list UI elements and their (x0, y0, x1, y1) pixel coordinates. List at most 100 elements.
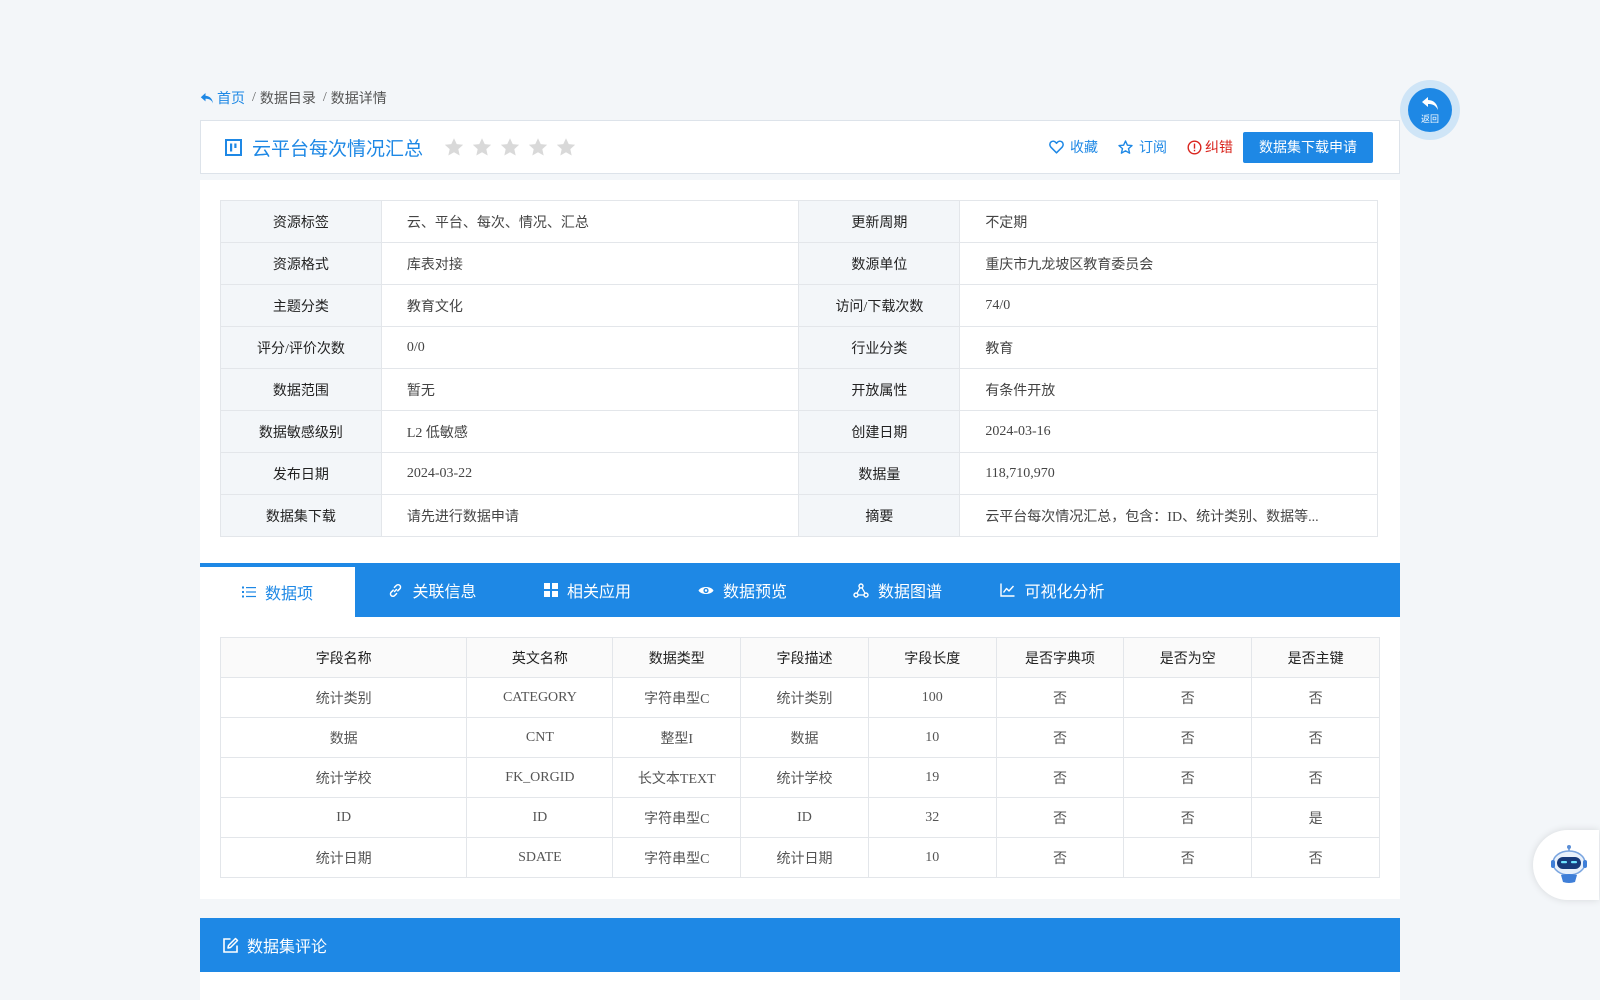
table-cell: 32 (867, 797, 997, 838)
table-cell: 字符串型C (612, 677, 742, 718)
breadcrumb-home[interactable]: 首页 (200, 88, 245, 108)
link-icon (388, 583, 412, 598)
favorite-button[interactable]: 收藏 (1049, 137, 1098, 157)
info-value: 教育文化 (380, 284, 800, 327)
info-value: 教育 (959, 326, 1378, 369)
info-row: 资源标签 云、平台、每次、情况、汇总 更新周期 不定期 (220, 200, 1378, 243)
tab-5[interactable]: 数据图谱 (820, 563, 975, 617)
info-label: 主题分类 (220, 284, 382, 327)
graph-icon (853, 582, 878, 598)
info-value: 0/0 (380, 326, 800, 369)
rating-star-icon[interactable] (471, 137, 493, 157)
table-row: 数据 CNT 整型I 数据 10 否否否 (219, 717, 1380, 758)
column-header: 数据类型 (612, 637, 742, 678)
info-label: 行业分类 (798, 326, 961, 369)
table-cell: 10 (867, 837, 997, 878)
table-cell: 10 (867, 717, 997, 758)
back-label: 返回 (1420, 113, 1439, 124)
info-value: 不定期 (959, 200, 1378, 243)
tab-3[interactable]: 相关应用 (510, 563, 665, 617)
reply-icon (1422, 96, 1438, 110)
info-row: 数据集下载 请先进行数据申请 摘要 云平台每次情况汇总，包含：ID、统计类别、数据等.… (220, 494, 1378, 537)
info-label: 访问/下载次数 (798, 284, 961, 327)
tab-2[interactable]: 关联信息 (355, 563, 510, 617)
assistant-float-button[interactable] (1533, 830, 1599, 900)
table-row: 统计日期 SDATE 字符串型C 统计日期 10 否否否 (219, 837, 1380, 878)
info-value: 重庆市九龙坡区教育委员会 (959, 242, 1378, 285)
table-row: 统计学校 FK_ORGID 长文本TEXT 统计学校 19 否否否 (219, 757, 1380, 798)
table-cell: 字符串型C (612, 797, 742, 838)
fields-panel: 字段名称 英文名称 数据类型 字段描述 字段长度 是否字典项 是否为空 是否主键 统计类别 CA… (200, 617, 1400, 899)
apply-download-button[interactable]: 数据集下载申请 (1243, 131, 1373, 163)
table-cell: 否 (1123, 677, 1253, 718)
table-cell: FK_ORGID (466, 757, 614, 798)
dataset-header: 云平台每次情况汇总 收藏 订阅 纠错 数据集下载申请 (200, 120, 1400, 174)
heart-icon (1049, 140, 1064, 154)
table-cell: 否 (1123, 797, 1253, 838)
table-cell: 19 (867, 757, 997, 798)
rating-star-icon[interactable] (443, 137, 465, 157)
info-label: 数据敏感级别 (220, 410, 382, 453)
comments-body (200, 972, 1400, 1000)
table-cell: 否 (1251, 837, 1380, 878)
chart-line-icon (1000, 583, 1024, 597)
report-error-button[interactable]: 纠错 (1187, 137, 1233, 157)
info-value: 2024-03-16 (959, 410, 1378, 453)
list-icon (241, 586, 265, 598)
table-cell: 否 (995, 717, 1125, 758)
rating-star-icon[interactable] (499, 137, 521, 157)
tab-4[interactable]: 数据预览 (665, 563, 820, 617)
table-row: 统计类别 CATEGORY 字符串型C 统计类别 100 否否否 (219, 677, 1380, 718)
report-error-label: 纠错 (1205, 141, 1233, 156)
info-value: 74/0 (959, 284, 1378, 327)
column-header: 字段名称 (219, 637, 468, 678)
table-cell: ID (219, 797, 468, 838)
star-outline-icon (1118, 139, 1133, 154)
rating-star-icon[interactable] (527, 137, 549, 157)
table-cell: 统计类别 (219, 677, 468, 718)
back-inner: 返回 (1408, 88, 1452, 132)
table-cell: SDATE (466, 837, 614, 878)
back-float-button[interactable]: 返回 (1400, 80, 1460, 140)
column-header: 是否主键 (1251, 637, 1380, 678)
info-value: 118,710,970 (959, 452, 1378, 495)
eye-icon (698, 585, 723, 596)
info-label: 数据量 (798, 452, 961, 495)
table-cell: 统计学校 (740, 757, 869, 798)
table-cell: 否 (995, 797, 1125, 838)
tab-1[interactable]: 数据项 (200, 563, 355, 617)
info-label: 更新周期 (798, 200, 961, 243)
info-value: 2024-03-22 (380, 452, 800, 495)
info-row: 数据范围 暂无 开放属性 有条件开放 (220, 368, 1378, 411)
info-value: 有条件开放 (959, 368, 1378, 411)
table-cell: 整型I (612, 717, 742, 758)
table-cell: 否 (1123, 837, 1253, 878)
table-cell: 统计日期 (219, 837, 468, 878)
table-cell: ID (740, 797, 869, 838)
comments-header: 数据集评论 (200, 918, 1400, 972)
info-label: 摘要 (798, 494, 961, 537)
table-cell: 否 (1251, 717, 1380, 758)
info-label: 创建日期 (798, 410, 961, 453)
rating-star-icon[interactable] (555, 137, 577, 157)
reply-icon (200, 92, 213, 103)
tab-label: 关联信息 (412, 584, 477, 601)
subscribe-label: 订阅 (1139, 141, 1167, 156)
info-label: 数据集下载 (220, 494, 382, 537)
subscribe-button[interactable]: 订阅 (1118, 137, 1167, 157)
info-value: 库表对接 (380, 242, 800, 285)
info-panel: 资源标签 云、平台、每次、情况、汇总 更新周期 不定期 资源格式 库表对接 数源单位 重庆市九… (200, 180, 1400, 563)
dataset-icon (225, 138, 242, 156)
fields-header-row: 字段名称 英文名称 数据类型 字段描述 字段长度 是否字典项 是否为空 是否主键 (219, 637, 1380, 678)
table-cell: 否 (1251, 757, 1380, 798)
rating-stars[interactable] (443, 137, 577, 157)
breadcrumb-item-catalog[interactable]: 数据目录 (260, 88, 316, 108)
breadcrumb-separator: / (322, 90, 327, 105)
tab-6[interactable]: 可视化分析 (975, 563, 1130, 617)
title-wrap: 云平台每次情况汇总 (225, 134, 577, 161)
info-label: 资源格式 (220, 242, 382, 285)
tab-label: 数据项 (264, 586, 313, 603)
info-row: 评分/评价次数 0/0 行业分类 教育 (220, 326, 1378, 369)
table-cell: 是 (1251, 797, 1380, 838)
table-cell: 100 (867, 677, 997, 718)
